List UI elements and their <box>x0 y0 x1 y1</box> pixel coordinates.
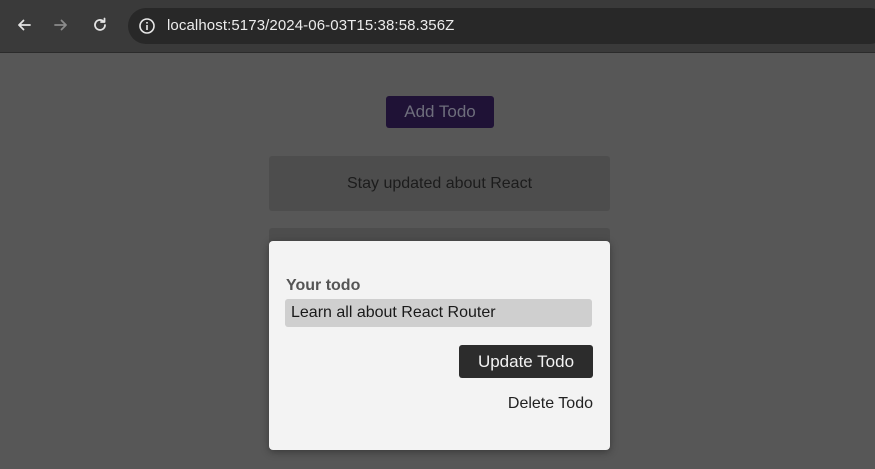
todo-input[interactable] <box>285 299 592 327</box>
reload-button[interactable] <box>88 13 112 37</box>
edit-todo-modal: Your todo Update Todo Delete Todo <box>269 241 610 450</box>
browser-toolbar: localhost:5173/2024-06-03T15:38:58.356Z <box>0 0 875 53</box>
todo-item-text: Stay updated about React <box>346 174 533 192</box>
todo-field-label: Your todo <box>286 277 361 294</box>
forward-button[interactable] <box>49 13 73 37</box>
back-button[interactable] <box>12 13 36 37</box>
todo-item[interactable]: Stay updated about React <box>269 156 610 211</box>
update-todo-button[interactable]: Update Todo <box>459 345 593 378</box>
reload-icon <box>94 17 106 31</box>
info-icon <box>139 18 155 34</box>
url-text[interactable]: localhost:5173/2024-06-03T15:38:58.356Z <box>167 17 454 34</box>
site-info-button[interactable] <box>136 15 158 37</box>
arrow-right-icon <box>54 19 67 31</box>
address-bar[interactable]: localhost:5173/2024-06-03T15:38:58.356Z <box>128 8 875 44</box>
delete-todo-button[interactable]: Delete Todo <box>508 395 593 413</box>
arrow-left-icon <box>18 19 31 31</box>
add-todo-button[interactable]: Add Todo <box>386 96 494 128</box>
